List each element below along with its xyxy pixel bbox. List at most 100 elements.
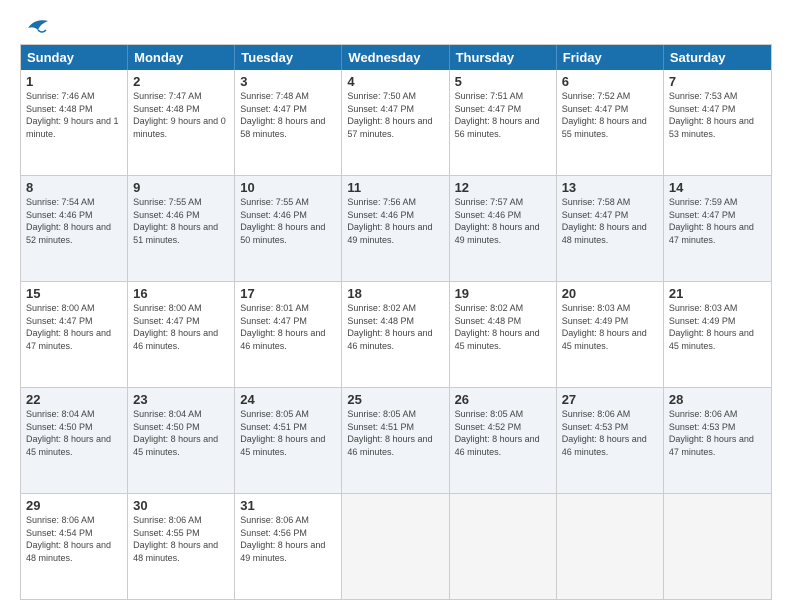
calendar-header: SundayMondayTuesdayWednesdayThursdayFrid… <box>21 45 771 70</box>
cell-info: Sunrise: 8:06 AMSunset: 4:56 PMDaylight:… <box>240 515 325 563</box>
day-number: 15 <box>26 286 122 301</box>
day-number: 27 <box>562 392 658 407</box>
cell-info: Sunrise: 8:02 AMSunset: 4:48 PMDaylight:… <box>455 303 540 351</box>
day-number: 20 <box>562 286 658 301</box>
calendar-cell: 19 Sunrise: 8:02 AMSunset: 4:48 PMDaylig… <box>450 282 557 387</box>
calendar-body: 1 Sunrise: 7:46 AMSunset: 4:48 PMDayligh… <box>21 70 771 599</box>
calendar-cell: 12 Sunrise: 7:57 AMSunset: 4:46 PMDaylig… <box>450 176 557 281</box>
calendar-week-3: 15 Sunrise: 8:00 AMSunset: 4:47 PMDaylig… <box>21 281 771 387</box>
calendar-cell: 5 Sunrise: 7:51 AMSunset: 4:47 PMDayligh… <box>450 70 557 175</box>
day-number: 9 <box>133 180 229 195</box>
cell-info: Sunrise: 7:48 AMSunset: 4:47 PMDaylight:… <box>240 91 325 139</box>
header-day-saturday: Saturday <box>664 45 771 70</box>
logo-bird-icon <box>20 16 50 38</box>
day-number: 12 <box>455 180 551 195</box>
day-number: 6 <box>562 74 658 89</box>
calendar-cell: 2 Sunrise: 7:47 AMSunset: 4:48 PMDayligh… <box>128 70 235 175</box>
calendar-cell: 22 Sunrise: 8:04 AMSunset: 4:50 PMDaylig… <box>21 388 128 493</box>
calendar-cell: 3 Sunrise: 7:48 AMSunset: 4:47 PMDayligh… <box>235 70 342 175</box>
calendar-cell: 14 Sunrise: 7:59 AMSunset: 4:47 PMDaylig… <box>664 176 771 281</box>
calendar-cell: 18 Sunrise: 8:02 AMSunset: 4:48 PMDaylig… <box>342 282 449 387</box>
cell-info: Sunrise: 8:04 AMSunset: 4:50 PMDaylight:… <box>133 409 218 457</box>
calendar-cell: 6 Sunrise: 7:52 AMSunset: 4:47 PMDayligh… <box>557 70 664 175</box>
calendar-cell: 8 Sunrise: 7:54 AMSunset: 4:46 PMDayligh… <box>21 176 128 281</box>
day-number: 30 <box>133 498 229 513</box>
calendar-cell: 28 Sunrise: 8:06 AMSunset: 4:53 PMDaylig… <box>664 388 771 493</box>
day-number: 11 <box>347 180 443 195</box>
calendar-cell: 15 Sunrise: 8:00 AMSunset: 4:47 PMDaylig… <box>21 282 128 387</box>
calendar-cell: 9 Sunrise: 7:55 AMSunset: 4:46 PMDayligh… <box>128 176 235 281</box>
cell-info: Sunrise: 8:03 AMSunset: 4:49 PMDaylight:… <box>562 303 647 351</box>
calendar-cell: 4 Sunrise: 7:50 AMSunset: 4:47 PMDayligh… <box>342 70 449 175</box>
header-day-sunday: Sunday <box>21 45 128 70</box>
calendar-cell: 20 Sunrise: 8:03 AMSunset: 4:49 PMDaylig… <box>557 282 664 387</box>
cell-info: Sunrise: 7:46 AMSunset: 4:48 PMDaylight:… <box>26 91 119 139</box>
logo <box>20 16 50 34</box>
day-number: 2 <box>133 74 229 89</box>
calendar-week-5: 29 Sunrise: 8:06 AMSunset: 4:54 PMDaylig… <box>21 493 771 599</box>
cell-info: Sunrise: 7:55 AMSunset: 4:46 PMDaylight:… <box>240 197 325 245</box>
calendar-cell <box>342 494 449 599</box>
day-number: 13 <box>562 180 658 195</box>
cell-info: Sunrise: 7:58 AMSunset: 4:47 PMDaylight:… <box>562 197 647 245</box>
day-number: 19 <box>455 286 551 301</box>
calendar-cell: 23 Sunrise: 8:04 AMSunset: 4:50 PMDaylig… <box>128 388 235 493</box>
calendar-cell: 30 Sunrise: 8:06 AMSunset: 4:55 PMDaylig… <box>128 494 235 599</box>
header <box>20 16 772 34</box>
header-day-tuesday: Tuesday <box>235 45 342 70</box>
cell-info: Sunrise: 7:56 AMSunset: 4:46 PMDaylight:… <box>347 197 432 245</box>
cell-info: Sunrise: 8:05 AMSunset: 4:52 PMDaylight:… <box>455 409 540 457</box>
day-number: 7 <box>669 74 766 89</box>
day-number: 8 <box>26 180 122 195</box>
day-number: 24 <box>240 392 336 407</box>
day-number: 10 <box>240 180 336 195</box>
calendar-cell: 25 Sunrise: 8:05 AMSunset: 4:51 PMDaylig… <box>342 388 449 493</box>
header-day-monday: Monday <box>128 45 235 70</box>
header-day-wednesday: Wednesday <box>342 45 449 70</box>
calendar-week-4: 22 Sunrise: 8:04 AMSunset: 4:50 PMDaylig… <box>21 387 771 493</box>
cell-info: Sunrise: 8:06 AMSunset: 4:53 PMDaylight:… <box>669 409 754 457</box>
cell-info: Sunrise: 7:52 AMSunset: 4:47 PMDaylight:… <box>562 91 647 139</box>
day-number: 18 <box>347 286 443 301</box>
calendar-cell: 29 Sunrise: 8:06 AMSunset: 4:54 PMDaylig… <box>21 494 128 599</box>
day-number: 21 <box>669 286 766 301</box>
header-day-thursday: Thursday <box>450 45 557 70</box>
cell-info: Sunrise: 8:06 AMSunset: 4:54 PMDaylight:… <box>26 515 111 563</box>
calendar-cell: 26 Sunrise: 8:05 AMSunset: 4:52 PMDaylig… <box>450 388 557 493</box>
calendar-week-2: 8 Sunrise: 7:54 AMSunset: 4:46 PMDayligh… <box>21 175 771 281</box>
cell-info: Sunrise: 7:59 AMSunset: 4:47 PMDaylight:… <box>669 197 754 245</box>
calendar-cell <box>664 494 771 599</box>
day-number: 29 <box>26 498 122 513</box>
cell-info: Sunrise: 8:04 AMSunset: 4:50 PMDaylight:… <box>26 409 111 457</box>
day-number: 17 <box>240 286 336 301</box>
cell-info: Sunrise: 8:05 AMSunset: 4:51 PMDaylight:… <box>240 409 325 457</box>
cell-info: Sunrise: 7:57 AMSunset: 4:46 PMDaylight:… <box>455 197 540 245</box>
cell-info: Sunrise: 8:02 AMSunset: 4:48 PMDaylight:… <box>347 303 432 351</box>
day-number: 3 <box>240 74 336 89</box>
day-number: 16 <box>133 286 229 301</box>
calendar-cell: 27 Sunrise: 8:06 AMSunset: 4:53 PMDaylig… <box>557 388 664 493</box>
cell-info: Sunrise: 8:03 AMSunset: 4:49 PMDaylight:… <box>669 303 754 351</box>
cell-info: Sunrise: 7:50 AMSunset: 4:47 PMDaylight:… <box>347 91 432 139</box>
calendar-cell: 1 Sunrise: 7:46 AMSunset: 4:48 PMDayligh… <box>21 70 128 175</box>
day-number: 1 <box>26 74 122 89</box>
day-number: 26 <box>455 392 551 407</box>
day-number: 22 <box>26 392 122 407</box>
day-number: 31 <box>240 498 336 513</box>
cell-info: Sunrise: 7:54 AMSunset: 4:46 PMDaylight:… <box>26 197 111 245</box>
calendar-cell: 16 Sunrise: 8:00 AMSunset: 4:47 PMDaylig… <box>128 282 235 387</box>
page: SundayMondayTuesdayWednesdayThursdayFrid… <box>0 0 792 612</box>
cell-info: Sunrise: 7:47 AMSunset: 4:48 PMDaylight:… <box>133 91 226 139</box>
calendar-week-1: 1 Sunrise: 7:46 AMSunset: 4:48 PMDayligh… <box>21 70 771 175</box>
calendar-cell: 11 Sunrise: 7:56 AMSunset: 4:46 PMDaylig… <box>342 176 449 281</box>
cell-info: Sunrise: 7:53 AMSunset: 4:47 PMDaylight:… <box>669 91 754 139</box>
calendar: SundayMondayTuesdayWednesdayThursdayFrid… <box>20 44 772 600</box>
calendar-cell: 13 Sunrise: 7:58 AMSunset: 4:47 PMDaylig… <box>557 176 664 281</box>
cell-info: Sunrise: 8:06 AMSunset: 4:55 PMDaylight:… <box>133 515 218 563</box>
cell-info: Sunrise: 7:51 AMSunset: 4:47 PMDaylight:… <box>455 91 540 139</box>
calendar-cell: 7 Sunrise: 7:53 AMSunset: 4:47 PMDayligh… <box>664 70 771 175</box>
day-number: 14 <box>669 180 766 195</box>
day-number: 25 <box>347 392 443 407</box>
day-number: 28 <box>669 392 766 407</box>
calendar-cell <box>557 494 664 599</box>
